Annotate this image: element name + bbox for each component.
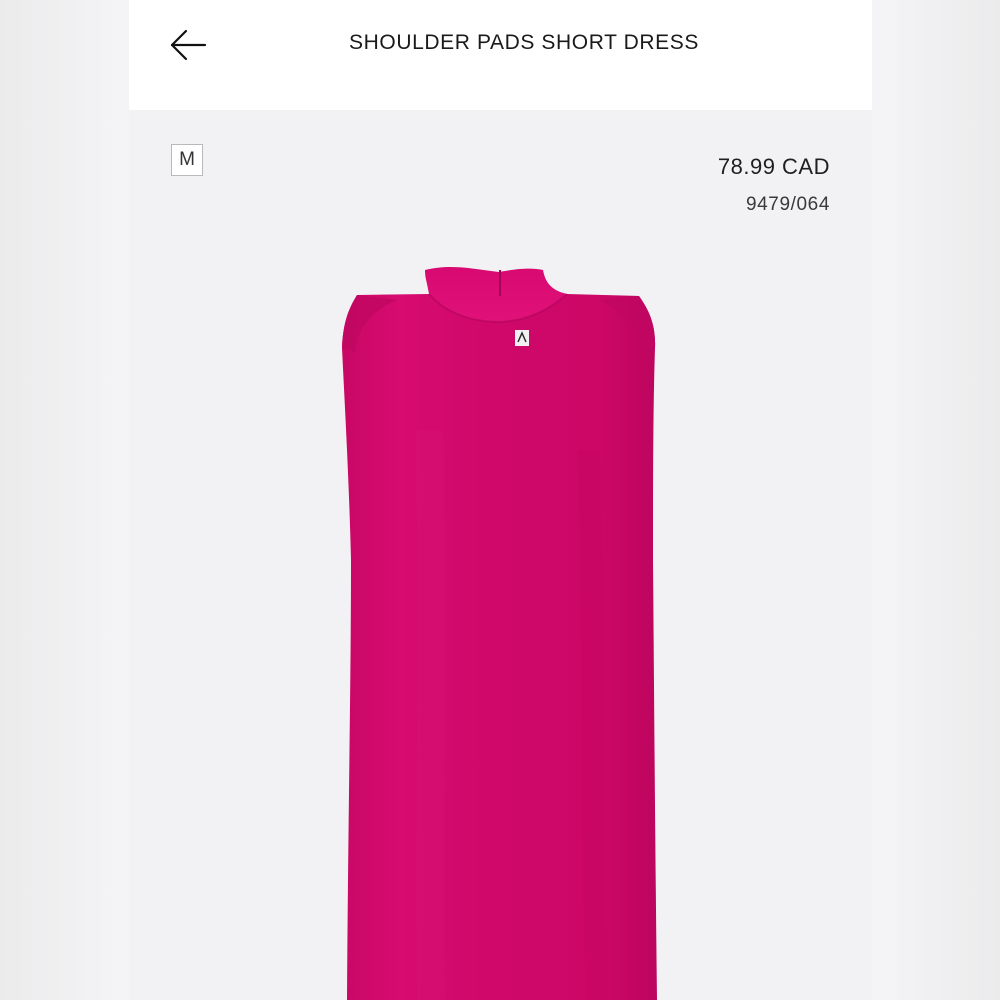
pink-dress-image: [342, 266, 657, 1000]
arrow-left-icon: [170, 29, 207, 61]
product-reference: 9479/064: [745, 194, 830, 215]
top-bar: SHOULDER PADS SHORT DRESS: [129, 0, 872, 110]
back-button[interactable]: [167, 24, 209, 66]
size-badge[interactable]: M: [171, 144, 203, 176]
page-title: SHOULDER PADS SHORT DRESS: [349, 31, 699, 54]
product-screen: SHOULDER PADS SHORT DRESS M 78.99 CAD 94…: [129, 0, 872, 1000]
product-price: 78.99 CAD: [717, 154, 830, 179]
product-image: [129, 230, 872, 1000]
